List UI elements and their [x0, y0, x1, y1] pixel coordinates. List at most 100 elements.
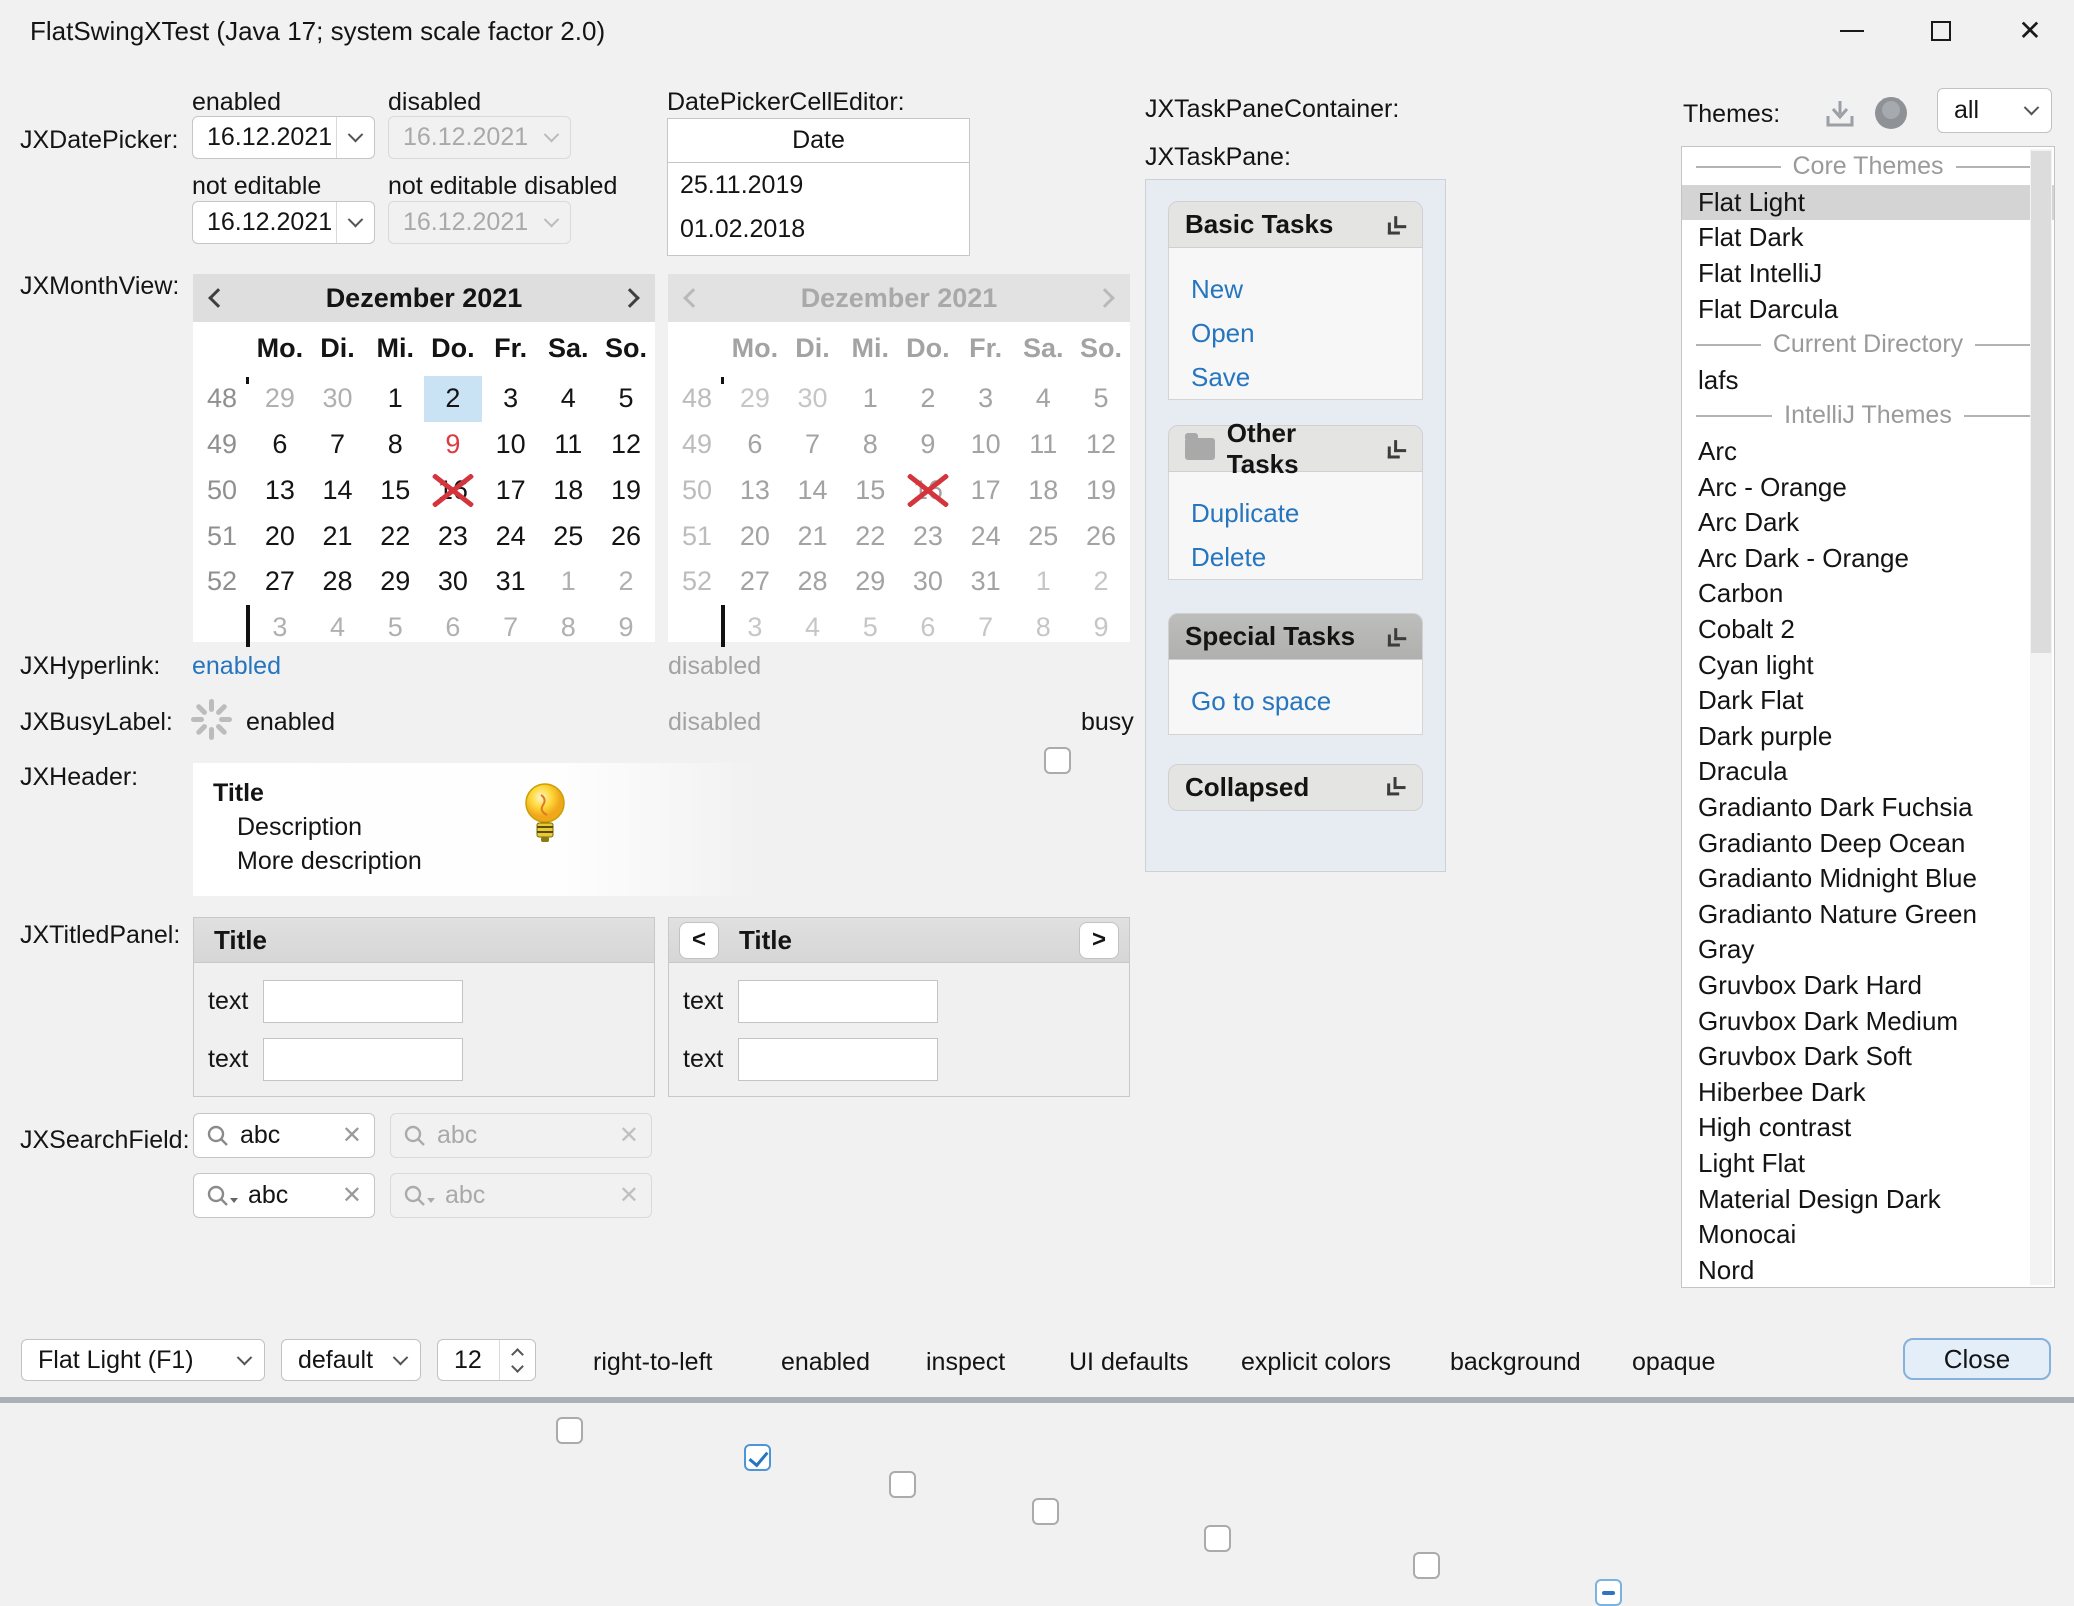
font-size-spinner[interactable]: 12	[437, 1339, 536, 1381]
text-input[interactable]	[738, 1038, 938, 1081]
calendar-day-cell[interactable]: 11	[539, 422, 597, 468]
theme-list-item[interactable]: Arc Dark	[1682, 505, 2054, 541]
calendar-day-cell[interactable]: 20	[251, 513, 309, 559]
calendar-day-cell[interactable]: 26	[597, 513, 655, 559]
checkbox-inspect[interactable]	[889, 1471, 916, 1498]
calendar-day-cell[interactable]: 23	[424, 513, 482, 559]
text-input[interactable]	[263, 1038, 463, 1081]
checkbox-background[interactable]	[1413, 1552, 1440, 1579]
collapse-icon[interactable]	[1381, 434, 1411, 464]
calendar-day-cell[interactable]: 29	[366, 559, 424, 605]
monthview-body[interactable]: Mo.Di.Mi.Do.Fr.Sa.So.4829301234549678910…	[193, 322, 655, 642]
calendar-day-cell[interactable]: 8	[539, 605, 597, 651]
checkbox-UI-defaults[interactable]	[1032, 1498, 1059, 1525]
taskpane-header[interactable]: Special Tasks	[1168, 613, 1423, 660]
theme-list-item[interactable]: Gruvbox Dark Medium	[1682, 1003, 2054, 1039]
spinner-buttons[interactable]	[499, 1340, 535, 1380]
calendar-day-cell[interactable]: 9	[424, 422, 482, 468]
theme-list-item[interactable]: Light Flat	[1682, 1146, 2054, 1182]
close-window-button[interactable]: ✕	[1995, 0, 2065, 62]
theme-list-item[interactable]: Arc	[1682, 434, 2054, 470]
theme-list-item[interactable]: Gradianto Midnight Blue	[1682, 861, 2054, 897]
calendar-day-cell[interactable]: 27	[251, 559, 309, 605]
calendar-day-cell[interactable]: 13	[251, 467, 309, 513]
spinner-down-icon[interactable]	[511, 1360, 524, 1373]
calendar-day-cell[interactable]: 6	[424, 605, 482, 651]
calendar-day-cell[interactable]: 16	[424, 467, 482, 513]
next-month-icon[interactable]	[620, 288, 640, 308]
checkbox-label[interactable]: explicit colors	[1241, 1348, 1391, 1377]
calendar-day-cell[interactable]: 3	[482, 376, 540, 422]
theme-list-item[interactable]: Gray	[1682, 932, 2054, 968]
calendar-day-cell[interactable]: 22	[366, 513, 424, 559]
calendar-day-cell[interactable]: 1	[539, 559, 597, 605]
calendar-day-cell[interactable]: 30	[309, 376, 367, 422]
theme-list-item[interactable]: Flat Light	[1682, 185, 2054, 221]
maximize-button[interactable]	[1906, 0, 1976, 62]
collapse-icon[interactable]	[1381, 622, 1411, 652]
theme-list-item[interactable]: Dracula	[1682, 754, 2054, 790]
search-menu-icon[interactable]	[206, 1184, 238, 1208]
task-link[interactable]: Open	[1191, 316, 1422, 351]
search-field-enabled[interactable]: abc ✕	[193, 1113, 375, 1158]
text-input[interactable]	[738, 980, 938, 1023]
calendar-day-cell[interactable]: 30	[424, 559, 482, 605]
calendar-day-cell[interactable]: 24	[482, 513, 540, 559]
laf-combobox[interactable]: Flat Light (F1)	[21, 1339, 265, 1381]
checkbox-right-to-left[interactable]	[556, 1417, 583, 1444]
theme-list-item[interactable]: Arc - Orange	[1682, 469, 2054, 505]
search-input[interactable]: abc	[248, 1181, 332, 1210]
checkbox-label[interactable]: enabled	[781, 1348, 870, 1377]
download-icon[interactable]	[1824, 98, 1856, 130]
theme-list-item[interactable]: Arc Dark - Orange	[1682, 541, 2054, 577]
table-row[interactable]: 25.11.2019	[668, 163, 969, 207]
minimize-button[interactable]	[1817, 0, 1887, 62]
calendar-day-cell[interactable]: 21	[309, 513, 367, 559]
themes-filter-combobox[interactable]: all	[1937, 88, 2052, 133]
calendar-day-cell[interactable]: 4	[309, 605, 367, 651]
calendar-day-cell[interactable]: 7	[309, 422, 367, 468]
monthview-enabled[interactable]: Dezember 2021 Mo.Di.Mi.Do.Fr.Sa.So.48293…	[193, 274, 655, 642]
calendar-day-cell[interactable]: 19	[597, 467, 655, 513]
theme-list-item[interactable]: Nord	[1682, 1252, 2054, 1288]
calendar-day-cell[interactable]: 14	[309, 467, 367, 513]
calendar-day-cell[interactable]: 28	[309, 559, 367, 605]
datepicker-dropdown-icon[interactable]	[336, 202, 374, 243]
calendar-day-cell[interactable]: 1	[366, 376, 424, 422]
calendar-day-cell[interactable]: 29	[251, 376, 309, 422]
theme-list-item[interactable]: Flat Dark	[1682, 220, 2054, 256]
calendar-day-cell[interactable]: 2	[424, 376, 482, 422]
calendar-day-cell[interactable]: 4	[539, 376, 597, 422]
checkbox-label[interactable]: background	[1450, 1348, 1581, 1377]
calendar-day-cell[interactable]: 10	[482, 422, 540, 468]
font-combobox[interactable]: default	[281, 1339, 421, 1381]
calendar-day-cell[interactable]: 9	[597, 605, 655, 651]
celleditor-table[interactable]: Date 25.11.2019 01.02.2018	[667, 118, 970, 256]
calendar-day-cell[interactable]: 25	[539, 513, 597, 559]
expand-icon[interactable]	[1381, 773, 1411, 803]
github-icon[interactable]	[1872, 94, 1910, 132]
task-link[interactable]: New	[1191, 272, 1422, 307]
hyperlink-enabled[interactable]: enabled	[192, 652, 281, 681]
theme-list-item[interactable]: Dark purple	[1682, 719, 2054, 755]
themes-list[interactable]: Core ThemesFlat LightFlat DarkFlat Intel…	[1681, 146, 2055, 1288]
checkbox-label[interactable]: opaque	[1632, 1348, 1715, 1377]
theme-list-item[interactable]: lafs	[1682, 363, 2054, 399]
text-input[interactable]	[263, 980, 463, 1023]
calendar-day-cell[interactable]: 17	[482, 467, 540, 513]
theme-list-item[interactable]: High contrast	[1682, 1110, 2054, 1146]
checkbox-label[interactable]: UI defaults	[1069, 1348, 1189, 1377]
theme-list-item[interactable]: Carbon	[1682, 576, 2054, 612]
calendar-day-cell[interactable]: 8	[366, 422, 424, 468]
calendar-day-cell[interactable]: 18	[539, 467, 597, 513]
theme-list-item[interactable]: Gradianto Nature Green	[1682, 896, 2054, 932]
checkbox-explicit-colors[interactable]	[1204, 1525, 1231, 1552]
calendar-day-cell[interactable]: 15	[366, 467, 424, 513]
theme-list-item[interactable]: Hiberbee Dark	[1682, 1074, 2054, 1110]
celleditor-column-header[interactable]: Date	[668, 119, 969, 163]
theme-list-item[interactable]: Cyan light	[1682, 647, 2054, 683]
theme-list-item[interactable]: Gruvbox Dark Hard	[1682, 968, 2054, 1004]
collapse-icon[interactable]	[1381, 210, 1411, 240]
calendar-day-cell[interactable]: 2	[597, 559, 655, 605]
clear-icon[interactable]: ✕	[342, 1181, 362, 1210]
